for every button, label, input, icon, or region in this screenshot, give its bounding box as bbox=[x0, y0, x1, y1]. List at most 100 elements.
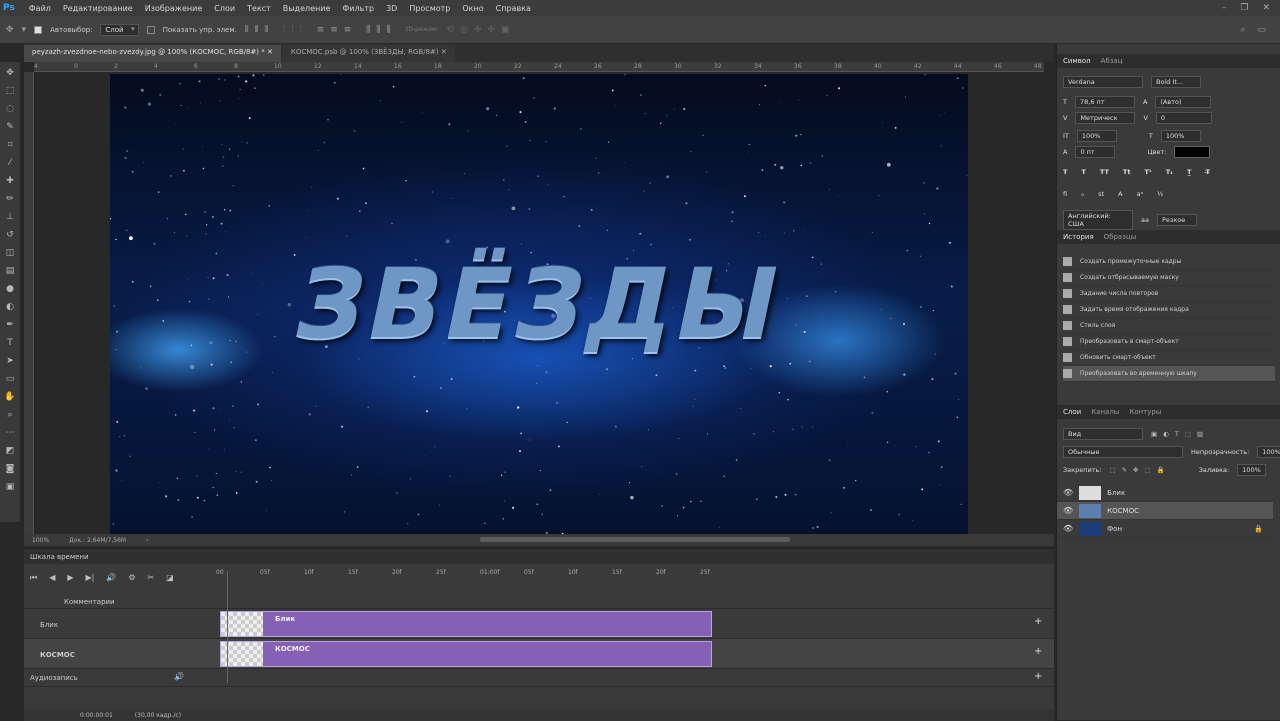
menu-select[interactable]: Выделение bbox=[277, 4, 337, 13]
font-style-select[interactable]: Bold It... bbox=[1151, 76, 1201, 88]
vscale-field[interactable]: 100% bbox=[1077, 130, 1117, 142]
audio-icon[interactable]: 🔊 bbox=[106, 573, 116, 583]
kerning-field[interactable]: Метрическ bbox=[1075, 112, 1135, 124]
tab-paragraph[interactable]: Абзац bbox=[1101, 57, 1123, 65]
tracking-field[interactable]: 0 bbox=[1156, 112, 1212, 124]
quick-mask-icon[interactable]: ◙ bbox=[6, 462, 15, 477]
restore-icon[interactable]: ❐ bbox=[1240, 3, 1248, 13]
path-select-icon[interactable]: ➤ bbox=[6, 354, 14, 369]
menu-edit[interactable]: Редактирование bbox=[57, 4, 139, 13]
antialias-select[interactable]: Резкое bbox=[1157, 214, 1197, 226]
blur-tool-icon[interactable]: ● bbox=[6, 282, 14, 297]
autoselect-checkbox[interactable] bbox=[34, 26, 42, 34]
layer-filter-icons[interactable]: ▣◐T⬚▨ bbox=[1151, 430, 1209, 438]
pen-tool-icon[interactable]: ✒ bbox=[6, 318, 14, 333]
screen-mode-icon[interactable]: ▣ bbox=[6, 480, 15, 495]
menu-layers[interactable]: Слои bbox=[208, 4, 241, 13]
menu-3d[interactable]: 3D bbox=[380, 4, 403, 13]
menu-type[interactable]: Текст bbox=[241, 4, 277, 13]
prev-frame-icon[interactable]: ◀ bbox=[49, 573, 55, 583]
dodge-tool-icon[interactable]: ◐ bbox=[6, 300, 14, 315]
menu-file[interactable]: Файл bbox=[23, 4, 57, 13]
titling-icon[interactable]: A bbox=[1118, 190, 1122, 198]
language-select[interactable]: Английский: США bbox=[1063, 210, 1133, 230]
color-swatches-icon[interactable]: ◩ bbox=[6, 444, 15, 459]
ordinal-icon[interactable]: aᵃ bbox=[1137, 190, 1144, 198]
tab-doc-2[interactable]: КОСМОС.psb @ 100% (ЗВЁЗДЫ, RGB/8#) ✕ bbox=[283, 45, 455, 62]
hscale-field[interactable]: 100% bbox=[1161, 130, 1201, 142]
crop-tool-icon[interactable]: ⌗ bbox=[7, 138, 12, 153]
more-tools-icon[interactable]: ⋯ bbox=[6, 426, 15, 441]
status-arrow-icon[interactable]: › bbox=[146, 537, 148, 544]
menu-help[interactable]: Справка bbox=[490, 4, 537, 13]
lasso-tool-icon[interactable]: ◌ bbox=[6, 102, 14, 117]
add-audio-icon[interactable]: + bbox=[1034, 671, 1042, 682]
search-icon[interactable]: ⌕ bbox=[1240, 25, 1245, 35]
layer-row[interactable]: 👁КОСМОС bbox=[1057, 502, 1273, 520]
history-item[interactable]: Преобразовать во временную шкалу bbox=[1063, 366, 1275, 382]
stamp-tool-icon[interactable]: ⊥ bbox=[6, 210, 14, 225]
align-icons[interactable]: ⫴⫴⫴ ⫶⫶⫶ ≡≡≡ ⫼⫼⫼ bbox=[245, 25, 397, 35]
marquee-tool-icon[interactable]: ⬚ bbox=[6, 84, 15, 99]
add-media-icon[interactable]: + bbox=[1034, 616, 1042, 627]
track-row-blik[interactable]: Блик Блик + bbox=[24, 609, 1054, 639]
split-icon[interactable]: ✂ bbox=[148, 573, 155, 583]
layer-filter-select[interactable]: Вид bbox=[1063, 428, 1143, 440]
history-item[interactable]: Создать отбрасываемую маску bbox=[1063, 270, 1275, 286]
history-item[interactable]: Стиль слоя bbox=[1063, 318, 1275, 334]
gradient-icon[interactable]: ▤ bbox=[6, 264, 15, 279]
text-color-swatch[interactable] bbox=[1174, 146, 1210, 158]
shape-tool-icon[interactable]: ▭ bbox=[6, 372, 15, 387]
zoom-level[interactable]: 100% bbox=[32, 537, 49, 544]
play-icon[interactable]: ▶ bbox=[67, 573, 73, 583]
small-caps-icon[interactable]: Tt bbox=[1123, 168, 1131, 176]
tab-doc-1[interactable]: peyzazh-zvezdnoe-nebo-zvezdy.jpg @ 100% … bbox=[24, 45, 281, 62]
settings-icon[interactable]: ⚙ bbox=[128, 573, 135, 583]
history-item[interactable]: Преобразовать в смарт-объект bbox=[1063, 334, 1275, 350]
track-row-kosmos[interactable]: КОСМОС КОСМОС + bbox=[24, 639, 1054, 669]
tab-paths[interactable]: Контуры bbox=[1129, 408, 1161, 416]
eyedropper-icon[interactable]: ⁄ bbox=[9, 156, 11, 171]
font-size-field[interactable]: 78,6 пт bbox=[1075, 96, 1135, 108]
menu-image[interactable]: Изображение bbox=[139, 4, 209, 13]
playhead[interactable] bbox=[227, 571, 228, 683]
close-icon[interactable]: ✕ bbox=[441, 48, 447, 56]
layer-row[interactable]: 👁Фон🔒 bbox=[1057, 520, 1273, 538]
move-tool-icon[interactable]: ✥ bbox=[6, 66, 14, 81]
clip-blik[interactable]: Блик bbox=[220, 611, 712, 637]
show-controls-checkbox[interactable] bbox=[147, 26, 155, 34]
document-canvas[interactable]: ЗВЁЗДЫ bbox=[110, 74, 968, 534]
history-brush-icon[interactable]: ↺ bbox=[6, 228, 14, 243]
superscript-icon[interactable]: T¹ bbox=[1144, 168, 1151, 176]
all-caps-icon[interactable]: TT bbox=[1100, 168, 1109, 176]
faux-italic-icon[interactable]: T bbox=[1081, 168, 1085, 176]
strikethrough-icon[interactable]: T̶ bbox=[1205, 168, 1209, 176]
layer-row[interactable]: 👁Блик bbox=[1057, 484, 1273, 502]
move-tool-icon[interactable]: ✥ bbox=[6, 25, 14, 35]
tab-layers[interactable]: Слои bbox=[1063, 408, 1081, 416]
audio-mute-icon[interactable]: 🔊 bbox=[174, 672, 184, 681]
workspace-icon[interactable]: ▭ bbox=[1257, 25, 1266, 35]
type-tool-icon[interactable]: T bbox=[7, 336, 13, 351]
quick-select-icon[interactable]: ✎ bbox=[6, 120, 14, 135]
eye-icon[interactable]: 👁 bbox=[1063, 506, 1073, 515]
history-item[interactable]: Задание числа повторов bbox=[1063, 286, 1275, 302]
menu-view[interactable]: Просмотр bbox=[403, 4, 456, 13]
zoom-tool-icon[interactable]: ⌕ bbox=[7, 408, 12, 423]
fraction-icon[interactable]: ½ bbox=[1157, 190, 1163, 198]
underline-icon[interactable]: T̲ bbox=[1187, 168, 1191, 176]
autoselect-dropdown[interactable]: Слой bbox=[100, 24, 138, 36]
transition-icon[interactable]: ◪ bbox=[166, 573, 174, 583]
menu-window[interactable]: Окно bbox=[456, 4, 489, 13]
eraser-icon[interactable]: ◫ bbox=[6, 246, 15, 261]
minimize-icon[interactable]: – bbox=[1222, 3, 1227, 13]
stylistic-icon[interactable]: st bbox=[1098, 190, 1104, 198]
font-family-select[interactable]: Verdana bbox=[1063, 76, 1143, 88]
healing-brush-icon[interactable]: ✚ bbox=[6, 174, 14, 189]
first-frame-icon[interactable]: ⏮ bbox=[30, 573, 37, 583]
tool-preset-icon[interactable]: ▾ bbox=[22, 25, 27, 35]
3d-tools-icons[interactable]: ⟲◎✢✣▣ bbox=[447, 25, 516, 35]
fill-field[interactable]: 100% bbox=[1237, 464, 1266, 476]
menu-filter[interactable]: Фильтр bbox=[336, 4, 380, 13]
history-item[interactable]: Создать промежуточные кадры bbox=[1063, 254, 1275, 270]
